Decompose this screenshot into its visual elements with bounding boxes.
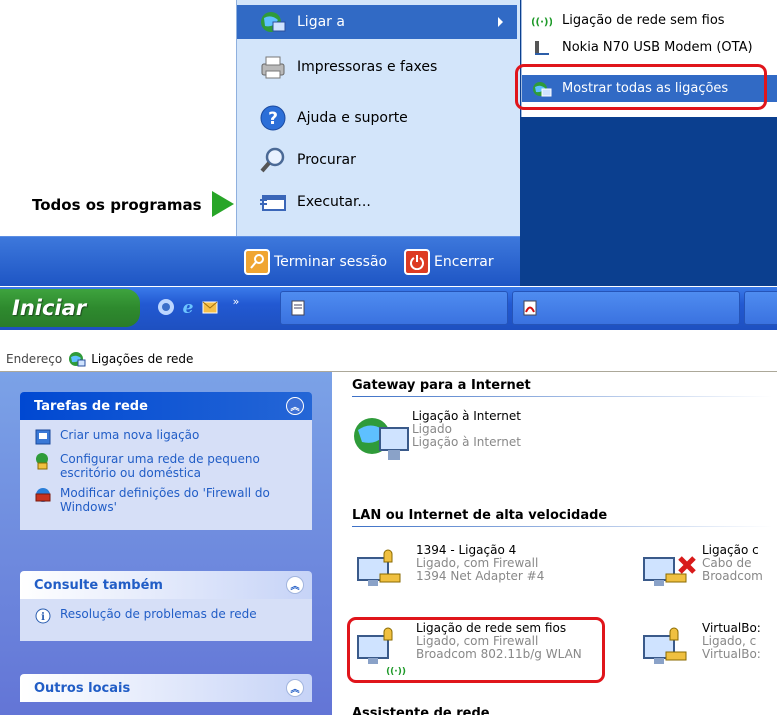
annotation-highlight-submenu (515, 64, 767, 110)
info-icon: i (34, 607, 52, 625)
media-player-icon[interactable] (156, 297, 176, 317)
svg-text:?: ? (268, 109, 278, 129)
menu-item-label: Ligar a (297, 14, 345, 30)
submenu-item-label: Ligação de rede sem fios (562, 13, 725, 28)
see-also-box: Consulte também ︽ i Resolução de problem… (20, 571, 312, 641)
new-connection-icon (34, 428, 52, 446)
help-icon: ? (257, 102, 289, 134)
chevron-more-icon[interactable]: » (226, 291, 246, 311)
home-network-icon (34, 452, 52, 470)
menu-item-search[interactable]: Procurar (237, 143, 517, 177)
menu-item-printers[interactable]: Impressoras e faxes (237, 50, 517, 84)
taskbar-button-1[interactable] (280, 291, 508, 325)
see-also-header[interactable]: Consulte também ︽ (20, 571, 312, 599)
outlook-express-icon[interactable] (200, 297, 220, 317)
submenu-arrow-icon (498, 17, 503, 27)
start-menu: Todos os programas Ligar a Impressoras e… (0, 0, 777, 286)
collapse-icon[interactable]: ︽ (286, 679, 304, 697)
other-places-title: Outros locais (34, 680, 131, 696)
connection-local-area[interactable]: Ligação c Cabo de Broadcom (640, 544, 777, 602)
start-button[interactable]: Iniciar (0, 289, 140, 327)
menu-item-connect-to[interactable]: Ligar a (237, 5, 517, 39)
connect-to-submenu: ((·)) Ligação de rede sem fios Nokia N70… (520, 0, 777, 286)
lan-connection-icon (354, 544, 416, 602)
svg-text:e: e (183, 298, 194, 316)
network-globe-icon (257, 6, 289, 38)
network-connections-icon (68, 350, 86, 368)
collapse-icon[interactable]: ︽ (286, 397, 304, 415)
menu-item-run[interactable]: Executar... (237, 185, 517, 219)
modem-icon (532, 38, 552, 58)
svg-text:((·)): ((·)) (532, 17, 552, 28)
connection-device: 1394 Net Adapter #4 (416, 569, 545, 583)
gateway-group-header: Gateway para a Internet (352, 378, 531, 393)
start-button-label: Iniciar (12, 296, 87, 320)
menu-item-label: Executar... (297, 194, 371, 210)
submenu-item-modem[interactable]: Nokia N70 USB Modem (OTA) (522, 34, 777, 61)
connection-device: Ligação à Internet (412, 435, 521, 449)
network-tasks-header[interactable]: Tarefas de rede ︽ (20, 392, 312, 420)
other-places-header[interactable]: Outros locais ︽ (20, 674, 312, 702)
address-bar: Endereço Ligações de rede (0, 346, 777, 372)
connection-1394[interactable]: 1394 - Ligação 4 Ligado, com Firewall 13… (354, 544, 544, 602)
menu-item-label: Ajuda e suporte (297, 110, 408, 126)
key-icon (244, 249, 270, 275)
task-link-new-connection[interactable]: Criar uma nova ligação (34, 428, 302, 446)
menu-item-label: Procurar (297, 152, 356, 168)
address-label: Endereço (6, 351, 63, 366)
internet-explorer-icon[interactable]: e (178, 297, 198, 317)
shutdown-button[interactable]: Encerrar (404, 249, 494, 275)
lan-disconnected-icon (640, 544, 702, 602)
task-link-home-network[interactable]: Configurar uma rede de pequeno escritóri… (34, 452, 302, 480)
network-tasks-body: Criar uma nova ligação Configurar uma re… (20, 420, 312, 530)
logoff-button[interactable]: Terminar sessão (244, 249, 387, 275)
see-also-body: i Resolução de problemas de rede (20, 599, 312, 641)
address-value: Ligações de rede (91, 351, 194, 366)
menu-item-label: Impressoras e faxes (297, 59, 438, 75)
power-icon (404, 249, 430, 275)
document-icon (289, 299, 307, 321)
connection-internet-gateway[interactable]: Ligação à Internet Ligado Ligação à Inte… (350, 410, 521, 468)
address-field[interactable]: Ligações de rede (68, 350, 193, 368)
internet-gateway-icon (350, 410, 412, 468)
annotation-highlight-wireless (347, 617, 605, 683)
task-pane: Tarefas de rede ︽ Criar uma nova ligação… (0, 372, 332, 715)
start-menu-footer: Terminar sessão Encerrar (0, 236, 520, 286)
firewall-icon (34, 486, 52, 504)
submenu-item-wireless[interactable]: ((·)) Ligação de rede sem fios (522, 7, 777, 34)
run-icon (257, 186, 289, 218)
all-programs-label[interactable]: Todos os programas (32, 196, 202, 214)
pdf-icon (521, 299, 539, 321)
start-menu-left-column: Todos os programas (0, 0, 236, 236)
submenu-item-label: Nokia N70 USB Modem (OTA) (562, 40, 753, 55)
search-icon (257, 144, 289, 176)
task-link-troubleshoot[interactable]: i Resolução de problemas de rede (34, 607, 302, 625)
menu-item-help[interactable]: ? Ajuda e suporte (237, 101, 517, 135)
wireless-icon: ((·)) (532, 11, 552, 31)
other-places-box: Outros locais ︽ (20, 674, 312, 702)
task-link-firewall-settings[interactable]: Modificar definições do 'Firewall do Win… (34, 486, 302, 514)
start-menu-right-column: Ligar a Impressoras e faxes ? Ajuda e su… (236, 0, 520, 236)
all-programs-arrow-icon[interactable] (212, 191, 234, 217)
taskbar-button-3[interactable] (744, 291, 777, 325)
see-also-title: Consulte também (34, 577, 163, 593)
taskbar: Iniciar e » (0, 286, 777, 330)
group-divider (352, 526, 772, 527)
logoff-label: Terminar sessão (274, 254, 388, 270)
group-divider (352, 396, 772, 397)
network-tasks-title: Tarefas de rede (34, 398, 148, 414)
lan-connection-icon (640, 622, 702, 680)
taskbar-button-2[interactable] (512, 291, 740, 325)
collapse-icon[interactable]: ︽ (286, 576, 304, 594)
printer-icon (257, 51, 289, 83)
network-tasks-box: Tarefas de rede ︽ Criar uma nova ligação… (20, 392, 312, 530)
partial-group-header: Assistente de rede (352, 706, 490, 715)
connection-device: VirtualBo: (702, 647, 761, 661)
svg-text:i: i (41, 612, 45, 623)
connection-virtualbox[interactable]: VirtualBo: Ligado, c VirtualBo: (640, 622, 777, 680)
connection-device: Broadcom (702, 569, 763, 583)
lan-group-header: LAN ou Internet de alta velocidade (352, 508, 608, 523)
shutdown-label: Encerrar (434, 254, 494, 270)
